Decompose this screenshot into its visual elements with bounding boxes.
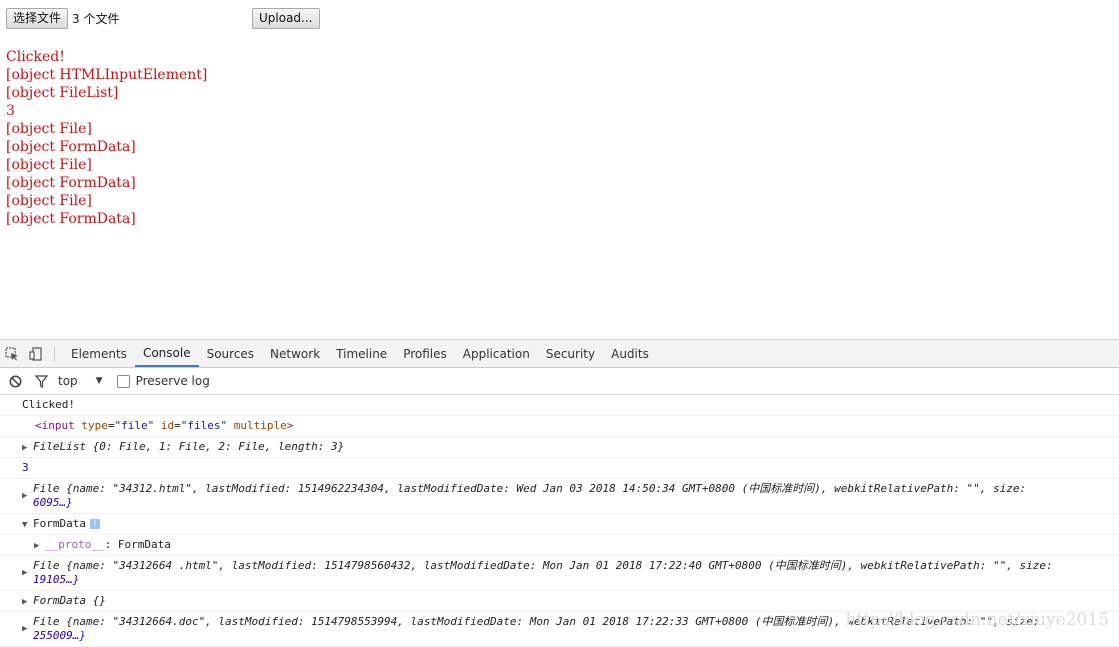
upload-button[interactable]: Upload...	[252, 8, 320, 29]
console-text: FormData	[33, 517, 86, 530]
preserve-log-label: Preserve log	[135, 374, 210, 388]
tab-application[interactable]: Application	[455, 340, 538, 367]
collapse-triangle-icon[interactable]: ▼	[22, 518, 27, 532]
html-attr-value: "files"	[180, 419, 228, 432]
tab-security[interactable]: Security	[538, 340, 603, 367]
console-text: File {name: "34312664.doc", lastModified…	[33, 615, 1040, 628]
tab-profiles[interactable]: Profiles	[395, 340, 455, 367]
devtools-panel: Elements Console Sources Network Timelin…	[0, 339, 1119, 647]
expand-triangle-icon[interactable]: ▶	[22, 566, 27, 580]
console-text: File {name: "34312.html", lastModified: …	[33, 482, 1027, 495]
output-line: [object FormData]	[6, 211, 136, 227]
output-line: [object File]	[6, 193, 92, 209]
console-message-number: 3	[0, 458, 1119, 479]
info-icon: i	[89, 519, 100, 529]
devtools-tabbar: Elements Console Sources Network Timelin…	[0, 340, 1119, 368]
output-line: [object File]	[6, 121, 92, 137]
console-message-formdata[interactable]: ▼ FormData i	[0, 514, 1119, 535]
expand-triangle-icon[interactable]: ▶	[22, 622, 27, 636]
context-select[interactable]: top ▼	[58, 374, 103, 388]
inspect-element-icon[interactable]	[0, 340, 24, 367]
output-line: [object FormData]	[6, 139, 136, 155]
output-line: [object HTMLInputElement]	[6, 67, 208, 83]
tab-console[interactable]: Console	[134, 340, 199, 367]
proto-value: : FormData	[104, 538, 171, 551]
preserve-log-checkbox[interactable]	[116, 374, 130, 388]
proto-key: __proto__	[45, 538, 105, 551]
console-number: 3	[22, 461, 29, 474]
console-text: 19105…}	[33, 573, 80, 586]
preserve-log-option[interactable]: Preserve log	[116, 374, 210, 388]
expand-triangle-icon[interactable]: ▶	[34, 539, 39, 553]
html-tag-close: >	[286, 419, 294, 432]
tab-network[interactable]: Network	[262, 340, 328, 367]
console-message-filelist[interactable]: ▶ FileList {0: File, 1: File, 2: File, l…	[0, 437, 1119, 458]
output-line: [object File]	[6, 157, 92, 173]
console-text: 255009…}	[33, 629, 86, 642]
html-attr-name: type	[81, 419, 108, 432]
expand-triangle-icon[interactable]: ▶	[22, 441, 27, 455]
console-message: Clicked!	[0, 395, 1119, 416]
choose-file-button[interactable]: 选择文件	[6, 8, 69, 29]
dropdown-arrow-icon: ▼	[95, 376, 103, 386]
console-filterbar: top ▼ Preserve log	[0, 368, 1119, 395]
output-line: [object FileList]	[6, 85, 119, 101]
tab-elements[interactable]: Elements	[63, 340, 135, 367]
output-log: Clicked! [object HTMLInputElement] [obje…	[6, 48, 207, 228]
output-line: 3	[6, 103, 15, 119]
html-attr-name: multiple	[233, 419, 287, 432]
page-content: 选择文件 3 个文件 Upload... Clicked! [object HT…	[0, 0, 1119, 339]
console-message-file[interactable]: ▶ File {name: "34312.html", lastModified…	[0, 479, 1119, 514]
html-tag-open: <input	[35, 419, 75, 432]
file-count-label: 3 个文件	[72, 12, 120, 26]
expand-triangle-icon[interactable]: ▶	[22, 489, 27, 503]
html-attr-name: id	[160, 419, 175, 432]
toolbar-divider	[54, 346, 55, 361]
console-message-formdata[interactable]: ▶ FormData {}	[0, 591, 1119, 612]
output-line: [object FormData]	[6, 175, 136, 191]
output-line: Clicked!	[6, 49, 65, 65]
console-text: FormData {}	[33, 594, 106, 607]
console-message-file[interactable]: ▶ File {name: "34312664.doc", lastModifi…	[0, 612, 1119, 647]
html-attr-value: "file"	[114, 419, 155, 432]
filter-icon[interactable]	[30, 370, 52, 392]
file-input-row: 选择文件 3 个文件	[6, 8, 119, 29]
console-output: Clicked! <input type="file" id="files" m…	[0, 395, 1119, 647]
tab-audits[interactable]: Audits	[603, 340, 657, 367]
expand-triangle-icon[interactable]: ▶	[22, 595, 27, 609]
console-text: File {name: "34312664 .html", lastModifi…	[33, 559, 1053, 572]
console-text: Clicked!	[22, 398, 75, 411]
tab-sources[interactable]: Sources	[199, 340, 262, 367]
context-select-value: top	[58, 374, 78, 388]
console-message-file[interactable]: ▶ File {name: "34312664 .html", lastModi…	[0, 556, 1119, 591]
console-message-proto[interactable]: ▶ __proto__: FormData	[0, 535, 1119, 556]
console-text: FileList {0: File, 1: File, 2: File, len…	[33, 440, 345, 453]
console-message-element[interactable]: <input type="file" id="files" multiple>	[0, 416, 1119, 437]
clear-console-icon[interactable]	[4, 370, 26, 392]
device-toolbar-icon[interactable]	[24, 340, 48, 367]
console-text: 6095…}	[33, 496, 73, 509]
tab-timeline[interactable]: Timeline	[328, 340, 395, 367]
